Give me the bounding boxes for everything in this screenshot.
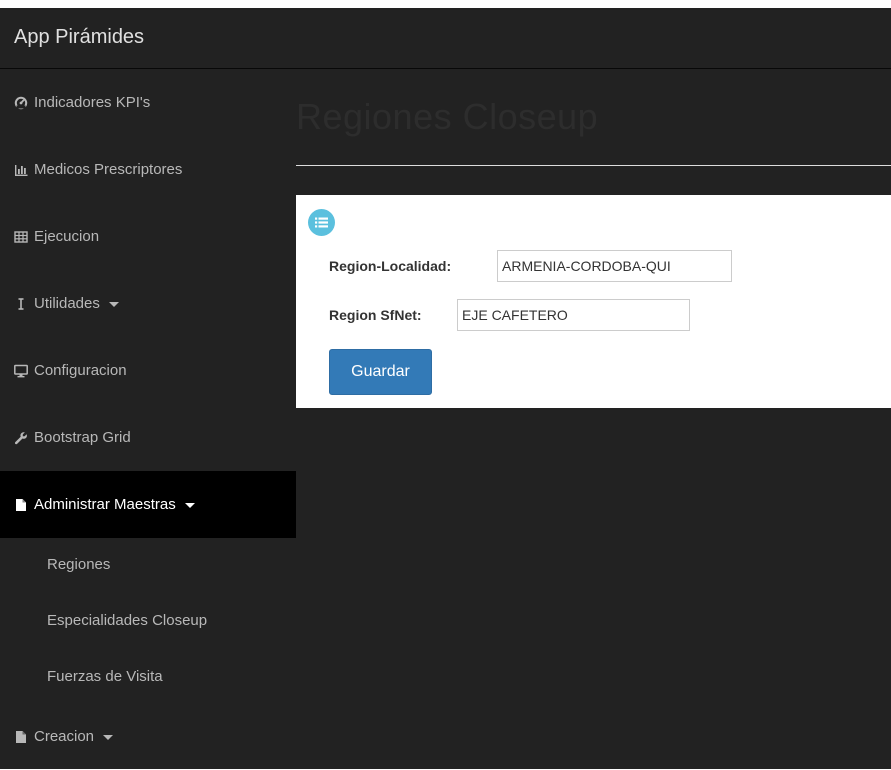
sidebar-item-utilidades[interactable]: Utilidades bbox=[0, 270, 296, 337]
submenu-item-especialidades-closeup[interactable]: Especialidades Closeup bbox=[0, 594, 296, 647]
file-icon bbox=[14, 730, 28, 744]
sidebar-item-label: Ejecucion bbox=[34, 228, 100, 245]
list-icon bbox=[308, 209, 335, 236]
sidebar-item-ejecucion[interactable]: Ejecucion bbox=[0, 203, 296, 270]
text-height-icon bbox=[14, 297, 28, 311]
sidebar-item-label: Medicos Prescriptores bbox=[34, 161, 183, 178]
sidebar-item-configuracion[interactable]: Configuracion bbox=[0, 337, 296, 404]
region-sfnet-label: Region SfNet: bbox=[329, 307, 422, 323]
submenu-item-regiones[interactable]: Regiones bbox=[0, 538, 296, 591]
sidebar-item-label: Utilidades bbox=[34, 295, 100, 312]
main-content: Regiones Closeup Region-Localidad: Regio… bbox=[296, 69, 891, 769]
sidebar: Indicadores KPI's Medicos Prescriptores bbox=[0, 69, 296, 769]
region-localidad-label: Region-Localidad: bbox=[329, 258, 452, 274]
chevron-down-icon bbox=[184, 503, 195, 508]
form-panel: Region-Localidad: Region SfNet: Guardar bbox=[296, 195, 891, 408]
top-navbar: App Pirámides bbox=[0, 8, 891, 69]
submenu-item-label: Fuerzas de Visita bbox=[47, 668, 163, 685]
submenu-item-label: Regiones bbox=[47, 556, 111, 573]
wrench-icon bbox=[14, 431, 28, 445]
sidebar-item-indicadores-kpis[interactable]: Indicadores KPI's bbox=[0, 69, 296, 136]
desktop-icon bbox=[14, 364, 28, 378]
file-icon bbox=[14, 498, 28, 512]
sidebar-item-creacion[interactable]: Creacion bbox=[0, 703, 296, 770]
save-button[interactable]: Guardar bbox=[329, 349, 432, 395]
region-localidad-input[interactable] bbox=[497, 250, 732, 282]
page-title: Regiones Closeup bbox=[296, 96, 599, 137]
page-divider bbox=[296, 165, 891, 166]
submenu-item-fuerzas-de-visita[interactable]: Fuerzas de Visita bbox=[0, 650, 296, 703]
sidebar-item-administrar-maestras[interactable]: Administrar Maestras bbox=[0, 471, 296, 538]
sidebar-item-label: Creacion bbox=[34, 728, 95, 745]
dashboard-icon bbox=[14, 96, 28, 110]
sidebar-item-bootstrap-grid[interactable]: Bootstrap Grid bbox=[0, 404, 296, 471]
bar-chart-icon bbox=[14, 163, 28, 177]
table-icon bbox=[14, 230, 28, 244]
chevron-down-icon bbox=[108, 302, 119, 307]
region-sfnet-input[interactable] bbox=[457, 299, 690, 331]
app-window: App Pirámides Indicadores KPI's Medicos … bbox=[0, 0, 891, 769]
sidebar-item-label: Configuracion bbox=[34, 362, 127, 379]
sidebar-item-medicos-prescriptores[interactable]: Medicos Prescriptores bbox=[0, 136, 296, 203]
sidebar-item-label: Bootstrap Grid bbox=[34, 429, 131, 446]
sidebar-item-label: Indicadores KPI's bbox=[34, 94, 151, 111]
submenu-item-label: Especialidades Closeup bbox=[47, 612, 208, 629]
sidebar-item-label: Administrar Maestras bbox=[34, 496, 176, 513]
chevron-down-icon bbox=[103, 735, 114, 740]
app-brand[interactable]: App Pirámides bbox=[14, 25, 144, 49]
